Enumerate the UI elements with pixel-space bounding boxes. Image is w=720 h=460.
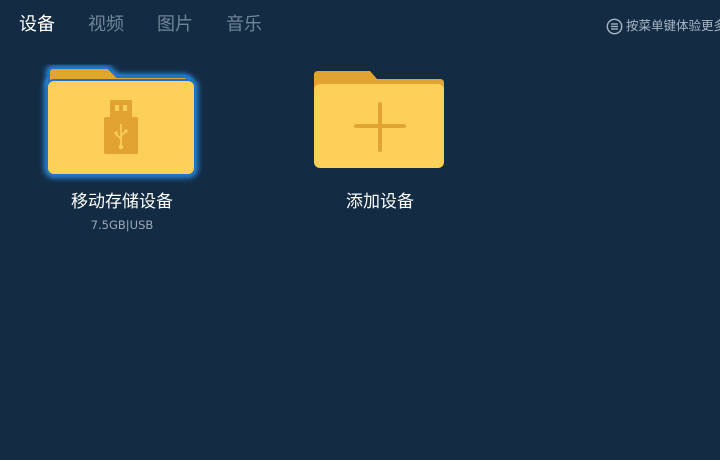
menu-hint: 按菜单键体验更多 [606, 17, 720, 35]
device-name: 添加设备 [346, 192, 414, 212]
device-name: 移动存储设备 [71, 192, 173, 212]
tab-videos[interactable]: 视频 [88, 13, 124, 37]
tab-music[interactable]: 音乐 [226, 13, 262, 37]
menu-hint-text: 按菜单键体验更多 [626, 18, 720, 33]
tab-devices[interactable]: 设备 [19, 13, 55, 37]
tab-pictures[interactable]: 图片 [157, 13, 193, 37]
add-folder-icon [285, 60, 475, 184]
device-add[interactable]: 添加设备 [285, 60, 475, 214]
category-tabs: 设备 视频 图片 音乐 [19, 13, 262, 37]
usb-folder-icon [27, 60, 217, 184]
device-usb-storage[interactable]: 移动存储设备 7.5GB|USB [27, 60, 217, 234]
menu-icon [606, 18, 623, 35]
device-info: 7.5GB|USB [90, 218, 154, 232]
